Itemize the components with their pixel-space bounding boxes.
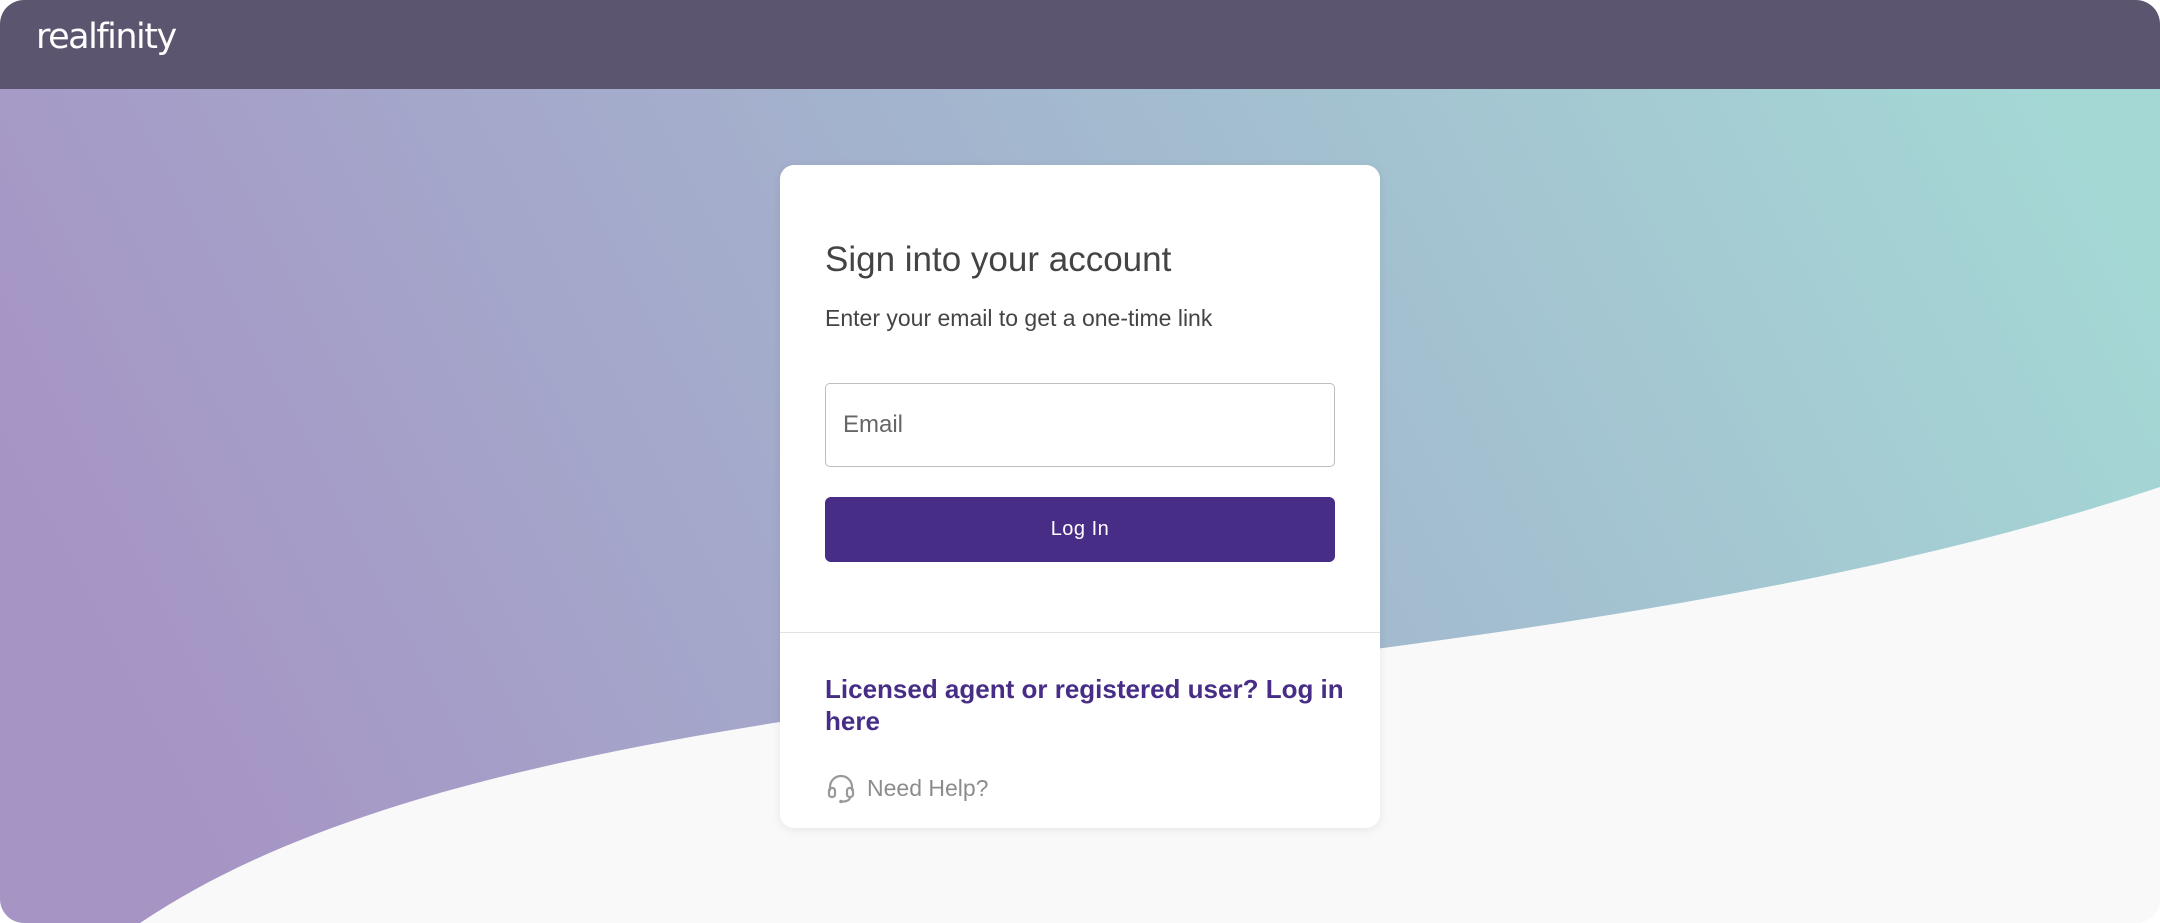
email-field[interactable] xyxy=(825,383,1335,467)
login-card: Sign into your account Enter your email … xyxy=(780,165,1380,828)
login-button[interactable]: Log In xyxy=(825,497,1335,562)
need-help-link[interactable]: Need Help? xyxy=(825,771,988,805)
need-help-label: Need Help? xyxy=(867,774,989,801)
page-title: Sign into your account xyxy=(825,240,1172,279)
card-divider xyxy=(780,632,1380,633)
realfinity-logo[interactable]: realfinity xyxy=(36,20,177,55)
page-subtitle: Enter your email to get a one-time link xyxy=(825,305,1213,331)
agent-login-link[interactable]: Licensed agent or registered user? Log i… xyxy=(825,673,1345,737)
app-window: realfinity Sign into your account Enter … xyxy=(0,0,2160,923)
headset-icon xyxy=(825,772,857,804)
top-bar: realfinity xyxy=(0,0,2160,89)
